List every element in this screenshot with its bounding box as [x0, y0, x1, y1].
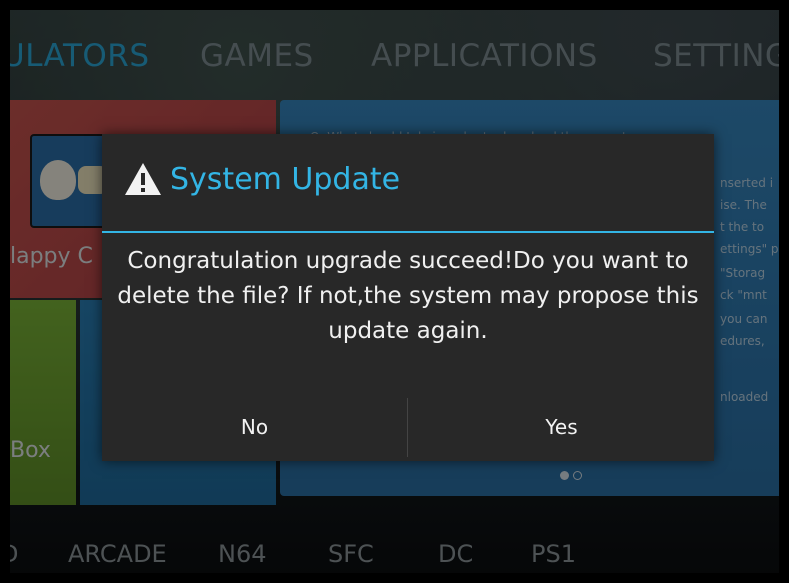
no-button[interactable]: No [102, 394, 407, 461]
button-divider [407, 398, 408, 457]
dialog-button-row: No Yes [102, 394, 714, 461]
title-divider [102, 231, 714, 233]
dialog-title: System Update [170, 162, 401, 197]
screen: ULATORS GAMES APPLICATIONS SETTING lappy… [8, 8, 781, 575]
system-update-dialog: System Update Congratulation upgrade suc… [102, 134, 714, 461]
yes-button[interactable]: Yes [409, 394, 714, 461]
dialog-message: Congratulation upgrade succeed!Do you wa… [117, 248, 699, 344]
warning-icon [125, 163, 161, 195]
